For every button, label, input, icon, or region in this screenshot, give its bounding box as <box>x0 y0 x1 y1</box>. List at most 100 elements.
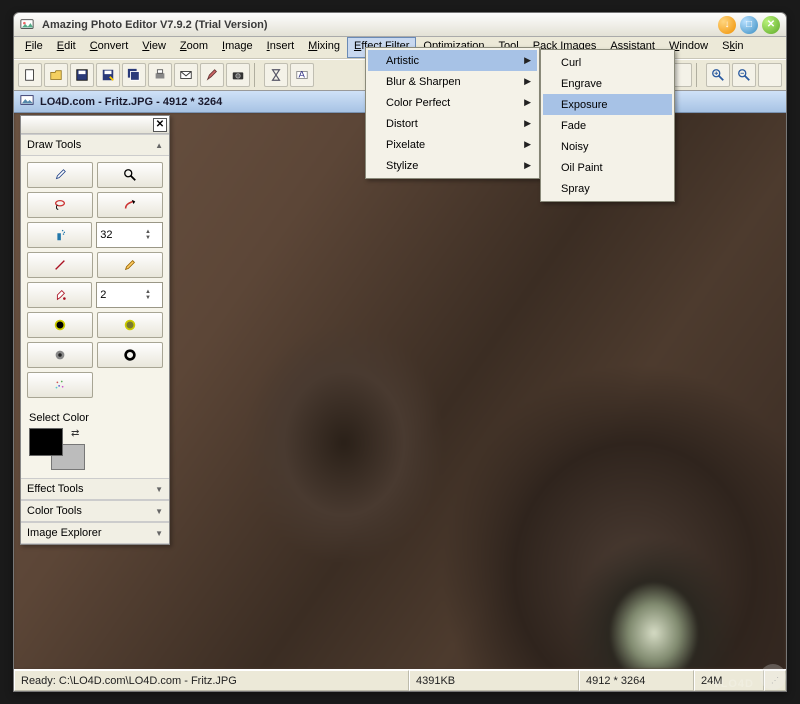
spray-tool[interactable] <box>27 222 92 248</box>
chevron-up-icon: ▲ <box>155 141 163 150</box>
scatter-tool[interactable] <box>27 372 93 398</box>
brush-size-input[interactable]: 32▲▼ <box>96 222 163 248</box>
window-title: Amazing Photo Editor V7.9.2 (Trial Versi… <box>42 19 714 31</box>
menu-zoom[interactable]: Zoom <box>173 37 215 58</box>
stroke-size-input[interactable]: 2▲▼ <box>96 282 163 308</box>
menuitem-engrave[interactable]: Engrave <box>543 73 672 94</box>
save-as-button[interactable] <box>96 63 120 87</box>
menu-mixing[interactable]: Mixing <box>301 37 347 58</box>
effect-filter-menu: Artistic▶Blur & Sharpen▶Color Perfect▶Di… <box>365 47 540 179</box>
menuitem-distort[interactable]: Distort▶ <box>368 113 537 134</box>
eyedropper-tool[interactable] <box>27 162 93 188</box>
curve-tool[interactable] <box>97 192 163 218</box>
submenu-arrow-icon: ▶ <box>524 139 531 150</box>
titlebar: Amazing Photo Editor V7.9.2 (Trial Versi… <box>14 13 786 37</box>
fill-tool[interactable] <box>27 282 92 308</box>
submenu-arrow-icon: ▶ <box>524 76 531 87</box>
document-title: LO4D.com - Fritz.JPG - 4912 * 3264 <box>40 96 222 108</box>
chevron-down-icon: ▼ <box>155 529 163 538</box>
mail-button[interactable] <box>174 63 198 87</box>
save-all-button[interactable] <box>122 63 146 87</box>
palette-section-effect[interactable]: Effect Tools ▼ <box>21 478 169 500</box>
toolbar-separator <box>254 63 260 87</box>
menu-convert[interactable]: Convert <box>83 37 136 58</box>
chevron-down-icon: ▼ <box>155 507 163 516</box>
watermark-badge-icon <box>760 664 786 690</box>
menuitem-pixelate[interactable]: Pixelate▶ <box>368 134 537 155</box>
magnifier-tool[interactable] <box>97 162 163 188</box>
brush-button[interactable] <box>200 63 224 87</box>
palette-section-color[interactable]: Color Tools ▼ <box>21 500 169 522</box>
menuitem-noisy[interactable]: Noisy <box>543 136 672 157</box>
palette-section-label: Effect Tools <box>27 483 83 495</box>
line-tool[interactable] <box>27 252 93 278</box>
camera-button[interactable] <box>226 63 250 87</box>
palette-section-draw[interactable]: Draw Tools ▲ <box>21 134 169 156</box>
status-dimensions: 4912 * 3264 <box>579 670 694 691</box>
zoom-in-button[interactable] <box>706 63 730 87</box>
save-button[interactable] <box>70 63 94 87</box>
draw-tool-grid: 32▲▼ 2▲▼ <box>21 156 169 404</box>
submenu-arrow-icon: ▶ <box>524 97 531 108</box>
menuitem-stylize[interactable]: Stylize▶ <box>368 155 537 176</box>
palette-section-label: Color Tools <box>27 505 82 517</box>
status-filesize: 4391KB <box>409 670 579 691</box>
menuitem-blur-sharpen[interactable]: Blur & Sharpen▶ <box>368 71 537 92</box>
status-path: Ready: C:\LO4D.com\LO4D.com - Fritz.JPG <box>14 670 409 691</box>
menuitem-exposure[interactable]: Exposure <box>543 94 672 115</box>
artistic-submenu: CurlEngraveExposureFadeNoisyOil PaintSpr… <box>540 49 675 202</box>
hourglass-button[interactable] <box>264 63 288 87</box>
app-icon <box>20 17 36 33</box>
menu-insert[interactable]: Insert <box>260 37 302 58</box>
select-color-section: Select Color ⇄ <box>21 404 169 478</box>
open-button[interactable] <box>44 63 68 87</box>
text-button[interactable]: A <box>290 63 314 87</box>
new-button[interactable] <box>18 63 42 87</box>
submenu-arrow-icon: ▶ <box>524 118 531 129</box>
palette-close-button[interactable]: ✕ <box>153 118 167 132</box>
palette-section-label: Draw Tools <box>27 139 81 151</box>
lasso-tool[interactable] <box>27 192 93 218</box>
document-icon <box>20 93 34 110</box>
brush-size-value: 32 <box>100 229 145 241</box>
menu-view[interactable]: View <box>135 37 173 58</box>
watermark: vLO4D <box>714 662 786 694</box>
swap-colors-icon[interactable]: ⇄ <box>71 428 79 439</box>
menu-skin[interactable]: Skin <box>715 37 750 58</box>
color-swatch[interactable]: ⇄ <box>29 428 91 470</box>
spinner-arrows[interactable]: ▲▼ <box>145 229 159 241</box>
foreground-color-swatch[interactable] <box>29 428 63 456</box>
circle-filled-dark-tool[interactable] <box>27 312 93 338</box>
zoom-out-button[interactable] <box>732 63 756 87</box>
tool-palette: ✕ Draw Tools▲ 32▲▼ 2▲▼ <box>20 115 170 545</box>
menu-file[interactable]: File <box>18 37 50 58</box>
print-button[interactable] <box>148 63 172 87</box>
submenu-arrow-icon: ▶ <box>524 160 531 171</box>
circle-filled-green-tool[interactable] <box>97 312 163 338</box>
stroke-size-value: 2 <box>100 289 145 301</box>
minimize-button[interactable]: ↓ <box>718 16 736 34</box>
menuitem-fade[interactable]: Fade <box>543 115 672 136</box>
menu-edit[interactable]: Edit <box>50 37 83 58</box>
menuitem-oil-paint[interactable]: Oil Paint <box>543 157 672 178</box>
palette-section-explorer[interactable]: Image Explorer ▼ <box>21 522 169 544</box>
chevron-down-icon: ▼ <box>155 485 163 494</box>
menuitem-spray[interactable]: Spray <box>543 178 672 199</box>
spinner-arrows[interactable]: ▲▼ <box>145 289 159 301</box>
palette-section-label: Image Explorer <box>27 527 102 539</box>
menuitem-curl[interactable]: Curl <box>543 52 672 73</box>
select-color-label: Select Color <box>29 412 161 424</box>
maximize-button[interactable]: □ <box>740 16 758 34</box>
palette-header[interactable]: ✕ <box>21 116 169 134</box>
radial-gradient-tool[interactable] <box>27 342 93 368</box>
close-button[interactable]: ✕ <box>762 16 780 34</box>
pencil-tool[interactable] <box>97 252 163 278</box>
menuitem-color-perfect[interactable]: Color Perfect▶ <box>368 92 537 113</box>
zoom-fit-button[interactable] <box>758 63 782 87</box>
ring-tool[interactable] <box>97 342 163 368</box>
menu-image[interactable]: Image <box>215 37 260 58</box>
submenu-arrow-icon: ▶ <box>524 55 531 66</box>
toolbar-separator <box>696 63 702 87</box>
svg-text:A: A <box>299 70 306 81</box>
menuitem-artistic[interactable]: Artistic▶ <box>368 50 537 71</box>
